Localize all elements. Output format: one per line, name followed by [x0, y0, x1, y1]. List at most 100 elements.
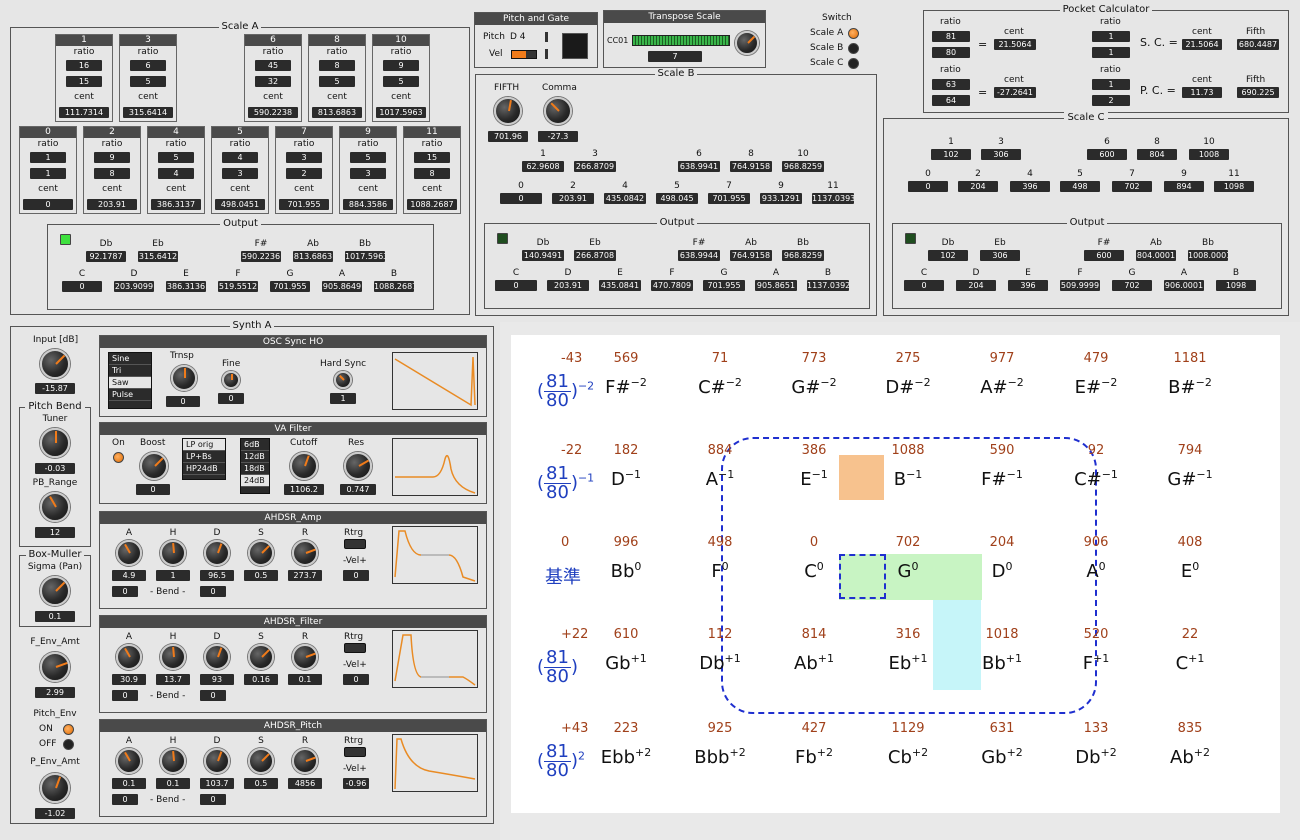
switch-scale-b[interactable]	[848, 43, 859, 54]
wave-tri[interactable]: Tri	[109, 365, 151, 377]
env-param-value[interactable]: 96.5	[200, 570, 234, 581]
env-param-value[interactable]: 0.5	[244, 778, 278, 789]
env-knob-h[interactable]	[160, 644, 186, 670]
ratio-numerator[interactable]: 6	[130, 60, 166, 71]
pc-pc-den[interactable]: 2	[1092, 95, 1130, 106]
env-param-value[interactable]: 273.7	[288, 570, 322, 581]
comma-knob[interactable]	[544, 97, 572, 125]
bend-right-value[interactable]: 0	[200, 586, 226, 597]
cutoff-knob[interactable]	[290, 452, 318, 480]
boost-knob[interactable]	[140, 452, 168, 480]
f-env-amt-value[interactable]: 2.99	[35, 687, 75, 698]
env-param-value[interactable]: 4856	[288, 778, 322, 789]
fine-value[interactable]: 0	[218, 393, 244, 404]
pc-r2-den[interactable]: 64	[932, 95, 970, 106]
ratio-denominator[interactable]: 2	[286, 168, 322, 179]
env-knob-h[interactable]	[160, 748, 186, 774]
input-value[interactable]: -15.87	[35, 383, 75, 394]
boost-value[interactable]: 0	[136, 484, 170, 495]
transpose-value[interactable]: 7	[648, 51, 702, 62]
f-env-amt-knob[interactable]	[40, 652, 70, 682]
filter-type-list[interactable]: LP orig LP+Bs HP24dB	[182, 438, 226, 480]
cc-meter[interactable]	[632, 35, 730, 46]
env-knob-d[interactable]	[204, 644, 230, 670]
ratio-numerator[interactable]: 8	[319, 60, 355, 71]
ratio-numerator[interactable]: 1	[30, 152, 66, 163]
tuner-value[interactable]: -0.03	[35, 463, 75, 474]
pc-r1-den[interactable]: 80	[932, 47, 970, 58]
ratio-numerator[interactable]: 15	[414, 152, 450, 163]
transpose-knob[interactable]	[735, 31, 759, 55]
fine-knob[interactable]	[222, 371, 240, 389]
ratio-numerator[interactable]: 4	[222, 152, 258, 163]
rtrg-button[interactable]	[344, 643, 366, 653]
vel-sens-value[interactable]: 0	[343, 570, 369, 581]
fifth-value[interactable]: 701.96	[488, 131, 528, 142]
ratio-numerator[interactable]: 5	[158, 152, 194, 163]
env-param-value[interactable]: 93	[200, 674, 234, 685]
vel-sens-value[interactable]: -0.96	[343, 778, 369, 789]
bend-left-value[interactable]: 0	[112, 794, 138, 805]
comma-value[interactable]: -27.3	[538, 131, 578, 142]
env-knob-s[interactable]	[248, 748, 274, 774]
env-param-value[interactable]: 0.5	[244, 570, 278, 581]
env-knob-s[interactable]	[248, 644, 274, 670]
slope-18db[interactable]: 18dB	[241, 463, 269, 475]
env-knob-r[interactable]	[292, 540, 318, 566]
hardsync-knob[interactable]	[334, 371, 352, 389]
p-env-amt-value[interactable]: -1.02	[35, 808, 75, 819]
env-param-value[interactable]: 30.9	[112, 674, 146, 685]
env-param-value[interactable]: 1	[156, 570, 190, 581]
ratio-denominator[interactable]: 1	[30, 168, 66, 179]
rtrg-button[interactable]	[344, 539, 366, 549]
bend-right-value[interactable]: 0	[200, 794, 226, 805]
cutoff-value[interactable]: 1106.2	[284, 484, 324, 495]
wave-sine[interactable]: Sine	[109, 353, 151, 365]
ratio-denominator[interactable]: 4	[158, 168, 194, 179]
ratio-denominator[interactable]: 8	[94, 168, 130, 179]
ratio-numerator[interactable]: 45	[255, 60, 291, 71]
p-env-amt-knob[interactable]	[40, 773, 70, 803]
pbrange-knob[interactable]	[40, 492, 70, 522]
fifth-knob[interactable]	[494, 97, 522, 125]
env-knob-a[interactable]	[116, 644, 142, 670]
env-knob-a[interactable]	[116, 540, 142, 566]
pc-sc-num[interactable]: 1	[1092, 31, 1130, 42]
wave-pulse[interactable]: Pulse	[109, 389, 151, 401]
env-param-value[interactable]: 0.1	[288, 674, 322, 685]
pc-sc-den[interactable]: 1	[1092, 47, 1130, 58]
env-param-value[interactable]: 4.9	[112, 570, 146, 581]
env-knob-d[interactable]	[204, 748, 230, 774]
sigma-knob[interactable]	[40, 576, 70, 606]
env-param-value[interactable]: 0.16	[244, 674, 278, 685]
ratio-numerator[interactable]: 3	[286, 152, 322, 163]
ratio-denominator[interactable]: 5	[130, 76, 166, 87]
env-knob-r[interactable]	[292, 644, 318, 670]
ratio-numerator[interactable]: 9	[94, 152, 130, 163]
vel-sens-value[interactable]: 0	[343, 674, 369, 685]
bend-left-value[interactable]: 0	[112, 586, 138, 597]
env-knob-s[interactable]	[248, 540, 274, 566]
switch-scale-a[interactable]	[848, 28, 859, 39]
env-knob-h[interactable]	[160, 540, 186, 566]
pc-r2-num[interactable]: 63	[932, 79, 970, 90]
ratio-denominator[interactable]: 5	[383, 76, 419, 87]
ratio-denominator[interactable]: 3	[350, 168, 386, 179]
env-param-value[interactable]: 103.7	[200, 778, 234, 789]
ratio-denominator[interactable]: 15	[66, 76, 102, 87]
filter-type-lp-orig[interactable]: LP orig	[183, 439, 225, 451]
filter-on-led[interactable]	[113, 452, 124, 463]
pitch-env-on[interactable]	[63, 724, 74, 735]
rtrg-button[interactable]	[344, 747, 366, 757]
env-param-value[interactable]: 13.7	[156, 674, 190, 685]
ratio-denominator[interactable]: 5	[319, 76, 355, 87]
ratio-denominator[interactable]: 32	[255, 76, 291, 87]
filter-type-lp-bs[interactable]: LP+Bs	[183, 451, 225, 463]
tuner-knob[interactable]	[40, 428, 70, 458]
res-value[interactable]: 0.747	[340, 484, 376, 495]
env-param-value[interactable]: 0.1	[156, 778, 190, 789]
trnsp-knob[interactable]	[171, 365, 197, 391]
ratio-numerator[interactable]: 16	[66, 60, 102, 71]
bend-right-value[interactable]: 0	[200, 690, 226, 701]
pitch-env-off[interactable]	[63, 739, 74, 750]
